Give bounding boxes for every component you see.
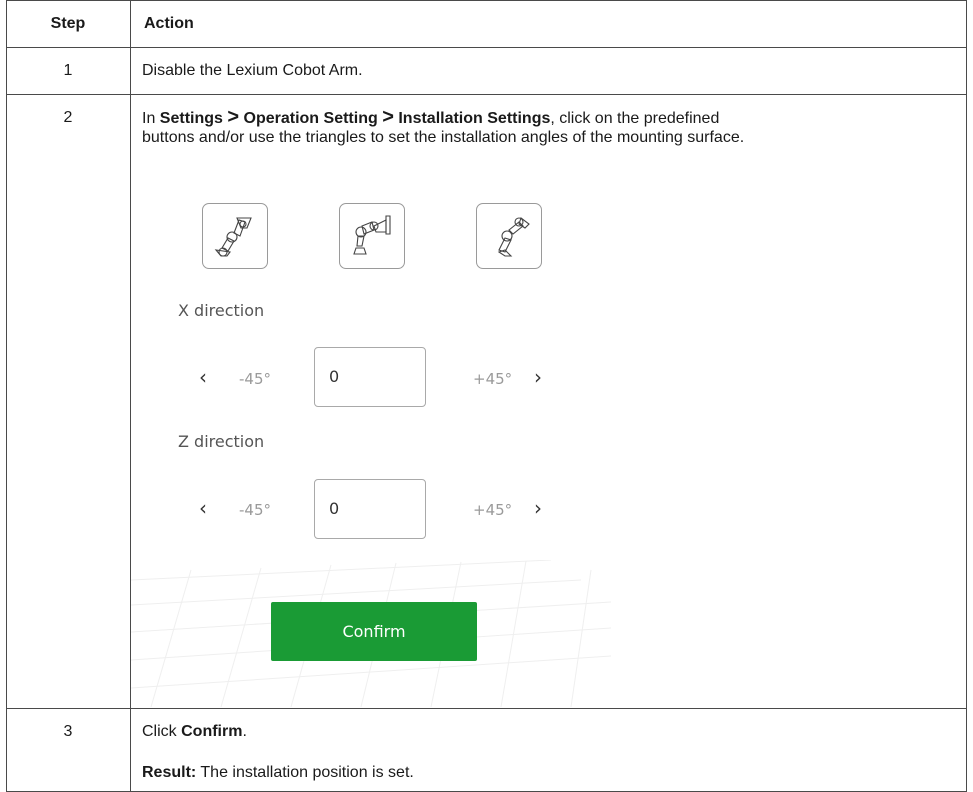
z-direction-label: Z direction (178, 432, 265, 451)
z-decrease-chevron-icon[interactable]: ‹ (199, 496, 207, 520)
table-header-divider (6, 47, 967, 48)
x-min-label: -45° (239, 370, 271, 388)
text-line-2: buttons and/or use the triangles to set … (142, 129, 745, 146)
text-suffix: , click on the predefined (550, 110, 720, 127)
header-action: Action (144, 15, 194, 32)
robot-arm-ceiling-icon (497, 217, 530, 257)
x-direction-label: X direction (178, 301, 265, 320)
robot-arm-wall-icon (353, 215, 391, 255)
result-text: Result: The installation position is set… (142, 763, 414, 782)
z-max-label: +45° (473, 501, 513, 519)
menu-path-installation-settings: Installation Settings (398, 110, 551, 127)
path-separator-1: > (227, 106, 240, 128)
text-suffix: . (242, 723, 247, 740)
table-row-divider (6, 708, 967, 709)
z-angle-input[interactable]: 0 (314, 479, 426, 539)
result-label: Result: (142, 764, 197, 781)
menu-path-settings: Settings (159, 110, 223, 127)
z-increase-chevron-icon[interactable]: › (534, 496, 542, 520)
result-body: The installation position is set. (196, 764, 414, 781)
preset-floor-button[interactable] (202, 203, 268, 269)
x-decrease-chevron-icon[interactable]: ‹ (199, 365, 207, 389)
preset-wall-button[interactable] (339, 203, 405, 269)
z-min-label: -45° (239, 501, 271, 519)
text-prefix: Click (142, 723, 182, 740)
table-border-right (966, 0, 967, 792)
confirm-reference: Confirm (181, 723, 243, 740)
step-text: Click Confirm. (142, 722, 247, 741)
table-border-top (6, 0, 967, 1)
header-step: Step (50, 15, 86, 32)
table-row-divider (6, 94, 967, 95)
path-separator-2: > (382, 106, 394, 128)
step-number: 1 (63, 62, 73, 79)
x-max-label: +45° (473, 370, 513, 388)
preset-ceiling-button[interactable] (476, 203, 542, 269)
robot-arm-floor-icon (214, 217, 252, 257)
x-angle-input[interactable]: 0 (314, 347, 426, 407)
step-text: Disable the Lexium Cobot Arm. (142, 62, 363, 79)
x-increase-chevron-icon[interactable]: › (534, 365, 542, 389)
confirm-button[interactable]: Confirm (271, 602, 477, 661)
text-prefix: In (142, 110, 160, 127)
step-text: In Settings > Operation Setting > Instal… (142, 106, 957, 147)
step-number: 2 (63, 109, 73, 126)
menu-path-operation-setting: Operation Setting (243, 110, 378, 127)
step-number: 3 (63, 723, 73, 740)
